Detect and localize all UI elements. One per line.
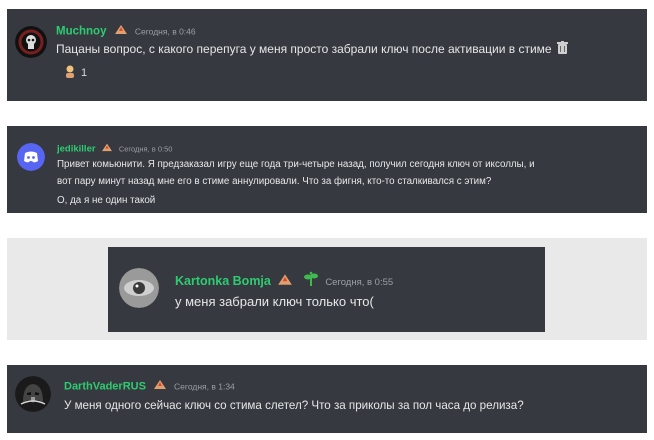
flame-hand-icon xyxy=(101,142,113,156)
message-text-line: Привет комьюнити. Я предзаказал игру еще… xyxy=(57,159,535,170)
flame-hand-icon xyxy=(114,23,128,40)
message-text: Пацаны вопрос, с какого перепуга у меня … xyxy=(56,41,568,59)
reaction-chip[interactable]: 1 xyxy=(63,64,87,81)
timestamp: Сегодня, в 1:34 xyxy=(174,381,235,392)
message-text-line: О, да я не один такой xyxy=(57,195,156,206)
avatar-muchnoy[interactable] xyxy=(15,26,47,58)
avatar-darthvader[interactable] xyxy=(15,376,51,412)
timestamp: Сегодня, в 0:50 xyxy=(118,144,173,154)
discord-avatar[interactable] xyxy=(17,143,45,171)
message-header: DarthVaderRUS Сегодня, в 1:34 xyxy=(64,378,235,393)
message-panel-jedikiller: jedikiller Сегодня, в 0:50 Привет комьюн… xyxy=(7,126,647,213)
message-panel-muchnoy: Muchnoy Сегодня, в 0:46 Пацаны вопрос, с… xyxy=(7,9,647,101)
message-text: У меня одного сейчас ключ со стима слете… xyxy=(64,399,524,412)
avatar-kartonka[interactable] xyxy=(119,268,159,308)
author-name[interactable]: Kartonka Bomja xyxy=(175,274,271,288)
author-name[interactable]: jedikiller xyxy=(57,144,96,155)
sprout-icon xyxy=(303,271,319,292)
timestamp: Сегодня, в 0:46 xyxy=(134,26,196,37)
message-header: Muchnoy Сегодня, в 0:46 xyxy=(56,23,196,38)
author-name[interactable]: Muchnoy xyxy=(56,26,106,38)
message-header: Kartonka Bomja Сегодня, в 0:55 xyxy=(175,271,393,289)
person-emoji-icon xyxy=(63,64,77,81)
message-text-line: вот пару минут назад мне его в стиме анн… xyxy=(57,176,492,187)
flame-hand-icon xyxy=(277,272,293,291)
message-panel-darthvader: DarthVaderRUS Сегодня, в 1:34 У меня одн… xyxy=(7,365,647,433)
message-text: у меня забрали ключ только что( xyxy=(175,294,374,309)
trash-can-icon xyxy=(556,41,568,59)
flame-hand-icon xyxy=(153,378,167,395)
message-header: jedikiller Сегодня, в 0:50 xyxy=(57,142,172,155)
reaction-count: 1 xyxy=(81,66,88,79)
timestamp: Сегодня, в 0:55 xyxy=(325,276,394,288)
message-panel-kartonka: Kartonka Bomja Сегодня, в 0:55 у меня за… xyxy=(108,247,545,332)
author-name[interactable]: DarthVaderRUS xyxy=(64,380,146,392)
